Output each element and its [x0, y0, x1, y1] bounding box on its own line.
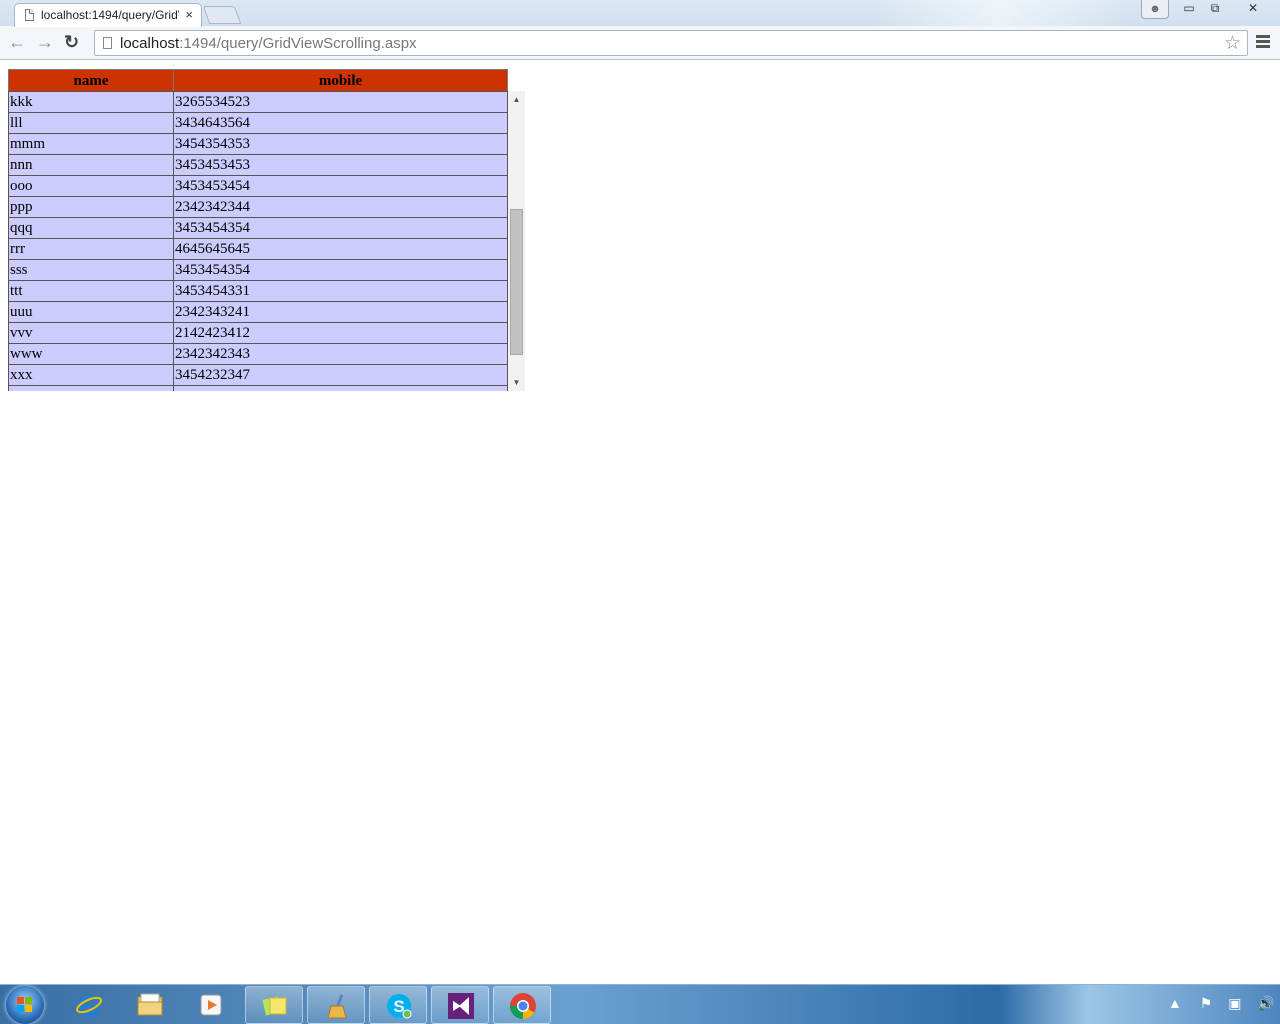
cell-mobile: 4645645645 — [173, 238, 508, 260]
cell-name: ooo — [8, 175, 174, 197]
start-button[interactable] — [6, 986, 44, 1024]
internet-explorer-icon[interactable] — [60, 986, 118, 1024]
new-tab-button[interactable] — [202, 6, 242, 24]
cell-name: sss — [8, 259, 174, 281]
sticky-notes-icon[interactable] — [245, 986, 303, 1024]
cell-name: rrr — [8, 238, 174, 260]
table-row: kkk 3265534523 — [8, 91, 508, 113]
chrome-menu-icon[interactable] — [1256, 35, 1270, 50]
scroll-down-arrow-icon[interactable]: ▼ — [508, 374, 525, 391]
cell-mobile: 3453453454 — [173, 175, 508, 197]
browser-toolbar: ← → ↻ localhost:1494/query/GridViewScrol… — [0, 26, 1280, 60]
cell-name: ppp — [8, 196, 174, 218]
forward-button[interactable]: → — [36, 33, 54, 51]
cell-mobile: 2342342343 — [173, 343, 508, 365]
skype-icon[interactable]: S — [369, 986, 427, 1024]
page-document-icon — [25, 9, 34, 21]
table-row — [8, 385, 508, 391]
cell-name: lll — [8, 112, 174, 134]
table-row: rrr 4645645645 — [8, 238, 508, 260]
restore-button[interactable]: ⧉ — [1202, 0, 1228, 18]
tab-close-icon[interactable]: × — [185, 7, 193, 22]
cell-mobile: 3454354353 — [173, 133, 508, 155]
cell-mobile: 3434643564 — [173, 112, 508, 134]
table-row: www 2342342343 — [8, 343, 508, 365]
scrollbar-thumb[interactable] — [510, 209, 523, 355]
action-center-flag-icon[interactable]: ⚑ — [1200, 995, 1213, 1011]
system-tray: ▲ ⚑ ▣ 🔊 — [1168, 995, 1275, 1012]
volume-icon[interactable]: 🔊 — [1257, 995, 1274, 1011]
bookmark-star-icon[interactable]: ☆ — [1224, 32, 1241, 55]
tab-title: localhost:1494/query/GridViewScrolling.a… — [41, 8, 179, 22]
grid-header: name mobile — [8, 69, 508, 93]
table-row: ttt 3453454331 — [8, 280, 508, 302]
windows-logo-icon — [17, 997, 33, 1013]
page-info-icon[interactable] — [103, 37, 112, 49]
table-row: xxx 3454232347 — [8, 364, 508, 386]
back-button[interactable]: ← — [8, 33, 26, 51]
cell-name: uuu — [8, 301, 174, 323]
scroll-up-arrow-icon[interactable]: ▲ — [508, 91, 525, 108]
cell-name — [8, 385, 174, 391]
chrome-icon[interactable] — [493, 986, 551, 1024]
user-profile-icon[interactable]: ☻ — [1141, 0, 1169, 19]
cell-name: qqq — [8, 217, 174, 239]
cell-mobile: 3265534523 — [173, 91, 508, 113]
cell-mobile: 2342343241 — [173, 301, 508, 323]
file-explorer-icon[interactable] — [121, 986, 179, 1024]
url-text[interactable]: localhost:1494/query/GridViewScrolling.a… — [120, 35, 417, 52]
visual-studio-icon[interactable] — [431, 986, 489, 1024]
table-row: nnn 3453453453 — [8, 154, 508, 176]
network-icon[interactable]: ▣ — [1228, 995, 1241, 1011]
table-row: vvv 2142423412 — [8, 322, 508, 344]
table-row: lll 3434643564 — [8, 112, 508, 134]
reload-button[interactable]: ↻ — [64, 33, 79, 51]
show-hidden-icons-arrow[interactable]: ▲ — [1168, 995, 1182, 1011]
cell-name: kkk — [8, 91, 174, 113]
cell-mobile: 3454232347 — [173, 364, 508, 386]
cell-mobile: 2142423412 — [173, 322, 508, 344]
vertical-scrollbar[interactable]: ▲ ▼ — [508, 91, 525, 391]
column-header-mobile: mobile — [173, 69, 508, 93]
cell-name: xxx — [8, 364, 174, 386]
minimize-button[interactable]: ▭ — [1176, 0, 1202, 18]
cell-mobile — [173, 385, 508, 391]
windows-taskbar: S ▲ ⚑ ▣ 🔊 — [0, 984, 1280, 1024]
cell-name: vvv — [8, 322, 174, 344]
table-row: mmm 3454354353 — [8, 133, 508, 155]
cell-name: mmm — [8, 133, 174, 155]
cell-name: www — [8, 343, 174, 365]
cell-name: ttt — [8, 280, 174, 302]
cell-mobile: 3453454354 — [173, 217, 508, 239]
address-bar[interactable]: localhost:1494/query/GridViewScrolling.a… — [94, 30, 1248, 56]
table-row: ppp 2342342344 — [8, 196, 508, 218]
close-window-button[interactable]: ✕ — [1240, 0, 1266, 18]
cell-mobile: 2342342344 — [173, 196, 508, 218]
cell-mobile: 3453453453 — [173, 154, 508, 176]
cell-name: nnn — [8, 154, 174, 176]
cleaner-icon[interactable] — [307, 986, 365, 1024]
grid-body: kkk 3265534523 lll 3434643564 mmm 3454354353 n… — [8, 91, 508, 391]
column-header-name: name — [8, 69, 174, 93]
cell-mobile: 3453454331 — [173, 280, 508, 302]
media-player-icon[interactable] — [182, 986, 240, 1024]
table-row: uuu 2342343241 — [8, 301, 508, 323]
cell-mobile: 3453454354 — [173, 259, 508, 281]
grid-scroll-panel[interactable]: kkk 3265534523 lll 3434643564 mmm 3454354353 n… — [8, 91, 525, 391]
browser-tab[interactable]: localhost:1494/query/GridViewScrolling.a… — [14, 3, 202, 27]
table-row: ooo 3453453454 — [8, 175, 508, 197]
table-row: qqq 3453454354 — [8, 217, 508, 239]
browser-titlebar: localhost:1494/query/GridViewScrolling.a… — [0, 0, 1280, 27]
table-row: sss 3453454354 — [8, 259, 508, 281]
